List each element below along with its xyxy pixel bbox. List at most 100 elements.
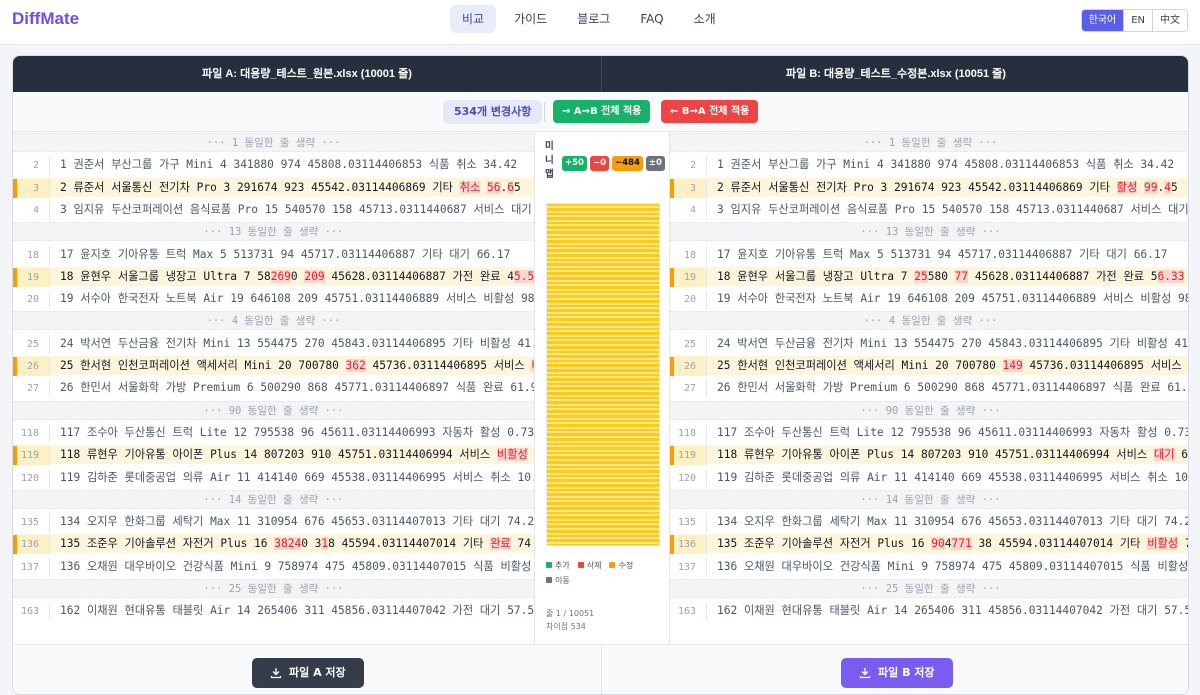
line-text: 26 한민서 서울화학 가방 Premium 6 500290 868 4577…: [717, 381, 1189, 395]
line-number: 19: [13, 267, 50, 287]
minimap-stripe: [547, 348, 659, 351]
collapsed-lines-row[interactable]: ··· 1 동일한 줄 생략 ···: [13, 133, 534, 152]
collapsed-lines-row[interactable]: ··· 1 동일한 줄 생략 ···: [670, 133, 1188, 152]
minimap-stripe: [547, 399, 659, 402]
minimap-stripe: [547, 325, 659, 328]
minimap-stripe: [547, 426, 659, 429]
minimap-stripe: [547, 436, 659, 438]
minimap-stripe: [547, 275, 659, 277]
line-text: 1 권준서 부산그룹 가구 Mini 4 341880 974 45808.03…: [60, 158, 518, 172]
language-switcher: 한국어 EN 中文: [1080, 9, 1188, 32]
save-file-a-button[interactable]: 파일 A 저장: [252, 658, 364, 688]
minimap-title: 미니맵: [545, 141, 554, 180]
context-line-row: 137 136 오채원 대우바이오 건강식품 Mini 9 758974 475 …: [670, 557, 1188, 577]
minimap-stripe: [547, 431, 659, 434]
line-text: 135 조준우 기아솔루션 자전거 Plus 16: [717, 537, 932, 551]
collapsed-lines-row[interactable]: ··· 4 동일한 줄 생략 ···: [13, 311, 534, 331]
nav-item-compare[interactable]: 비교: [450, 5, 497, 33]
collapsed-lines-row[interactable]: ··· 90 동일한 줄 생략 ···: [13, 400, 534, 420]
save-footer: 파일 A 저장 파일 B 저장: [13, 644, 1188, 694]
line-number: 27: [670, 379, 707, 399]
minimap-stripe: [547, 371, 659, 374]
line-text: 5: [1171, 180, 1178, 194]
collapsed-lines-row[interactable]: ··· 14 동일한 줄 생략 ···: [13, 489, 534, 509]
line-number: 120: [670, 468, 707, 488]
collapsed-lines-row[interactable]: ··· 14 동일한 줄 생략 ···: [670, 489, 1188, 509]
left-diff-pane[interactable]: ··· 1 동일한 줄 생략 ··· 2 1 권준서 부산그룹 가구 Mini 4 …: [13, 132, 534, 620]
modified-count-badge: ~484: [612, 156, 643, 171]
context-line-row: 163 162 이채원 현대유통 태블릿 Air 14 265406 311 45…: [13, 601, 534, 620]
line-position-text: 줄 1 / 10051: [546, 609, 595, 618]
context-line-row: 135 134 오지우 한화그룹 세탁기 Max 11 310954 676 45…: [13, 512, 534, 533]
minimap-stripe: [547, 403, 659, 406]
apply-all-b-to-a-button[interactable]: ← B→A 전체 적용: [661, 100, 759, 123]
minimap-stripe: [547, 311, 659, 314]
context-line-row: 120 119 김하준 롯데중공업 의류 Air 11 414140 669 45…: [670, 468, 1188, 488]
context-line-row: 4 3 임지유 두산코퍼레이션 음식료품 Pro 15 540570 158 45…: [670, 200, 1188, 220]
minimap-stripe: [547, 422, 659, 425]
collapsed-lines-row[interactable]: ··· 25 동일한 줄 생략 ···: [13, 579, 534, 598]
line-number: 20: [670, 290, 707, 310]
app-logo[interactable]: DiffMate: [12, 9, 79, 29]
context-line-row: 27 26 한민서 서울화학 가방 Premium 6 500290 868 45…: [13, 378, 534, 399]
save-file-a-label: 파일 A 저장: [289, 666, 346, 679]
line-text: 45736.03114406895 서비스: [365, 359, 532, 372]
apply-all-a-to-b-button[interactable]: → A→B 전체 적용: [553, 100, 651, 123]
context-line-row: 20 19 서수아 한국전자 노트북 Air 19 646108 209 4575…: [670, 289, 1188, 310]
minimap-stripe: [547, 477, 659, 480]
changed-text-highlight: 6: [507, 180, 514, 194]
collapsed-lines-row[interactable]: ··· 25 동일한 줄 생략 ···: [670, 579, 1188, 598]
line-text: 17 윤지호 기아유통 트럭 Max 5 513731 94 45717.031…: [717, 247, 1168, 261]
line-number: 163: [13, 602, 50, 620]
toolbar-divider: [544, 102, 545, 122]
modified-line-row: 19 18 윤현우 서울그룹 냉장고 Ultra 7 582690 209 456…: [13, 266, 534, 287]
line-text: 26 한민서 서울화학 가방 Premium 6 500290 868 4577…: [60, 381, 534, 395]
collapsed-lines-row[interactable]: ··· 13 동일한 줄 생략 ···: [670, 222, 1188, 242]
minimap-stripe: [547, 532, 659, 535]
moved-count-badge: ±0: [645, 156, 665, 171]
minimap-stripe: [547, 344, 659, 346]
changed-text-highlight: 3824: [274, 537, 302, 551]
minimap-stripe: [547, 495, 659, 498]
line-text: 118 류현우 기아유통 아이폰 Plus 14 807203 910 4575…: [60, 448, 497, 462]
modified-line-row: 136 135 조준우 기아솔루션 자전거 Plus 16 904771 38 4…: [670, 534, 1188, 555]
lang-english-button[interactable]: EN: [1123, 10, 1152, 31]
line-text: 2 류준서 서울통신 전기차 Pro 3 291674 923 45542.03…: [60, 180, 460, 194]
save-file-b-button[interactable]: 파일 B 저장: [841, 658, 953, 688]
collapsed-lines-row[interactable]: ··· 13 동일한 줄 생략 ···: [13, 222, 534, 242]
changed-text-highlight: 대: [1188, 359, 1189, 372]
minimap-stripe: [547, 523, 659, 526]
line-text: [1137, 181, 1144, 194]
line-text: 18 윤현우 서울그룹 냉장고 Ultra 7: [717, 269, 915, 283]
right-diff-pane[interactable]: ··· 1 동일한 줄 생략 ··· 2 1 권준서 부산그룹 가구 Mini 4 …: [670, 132, 1189, 620]
save-a-area: 파일 A 저장: [13, 645, 602, 694]
changed-text-highlight: 771: [951, 537, 972, 551]
file-b-title: 파일 B: 대용량_테스트_수정본.xlsx (10051 줄): [786, 68, 1006, 80]
line-number: 27: [13, 379, 50, 399]
minimap-overview[interactable]: [546, 203, 660, 546]
collapsed-lines-row[interactable]: ··· 90 동일한 줄 생략 ···: [670, 400, 1188, 420]
minimap-stripe: [547, 482, 659, 484]
line-text: 134 오지우 한화그룹 세탁기 Max 11 310954 676 45653…: [60, 515, 534, 529]
lang-korean-button[interactable]: 한국어: [1081, 10, 1124, 31]
file-header: 파일 A: 대용량_테스트_원본.xlsx (10001 줄) 파일 B: 대용…: [13, 56, 1188, 92]
collapsed-lines-row[interactable]: ··· 4 동일한 줄 생략 ···: [670, 311, 1188, 331]
line-text: 0 3: [301, 537, 322, 551]
legend-added: 추가: [546, 560, 570, 571]
line-text: [480, 181, 487, 194]
modified-line-row: 26 25 한서현 인천코퍼레이션 액세서리 Mini 20 700780 149…: [670, 356, 1189, 376]
changed-text-highlight: 6.33: [1157, 269, 1185, 283]
nav-item-guide[interactable]: 가이드: [502, 5, 559, 33]
minimap-stripe: [547, 472, 659, 475]
minimap-stripe: [547, 334, 659, 337]
nav-item-blog[interactable]: 블로그: [565, 5, 622, 33]
nav-item-about[interactable]: 소개: [682, 5, 728, 33]
nav-item-faq[interactable]: FAQ: [628, 5, 675, 33]
line-number: 120: [13, 468, 50, 488]
legend-moved: 이동: [546, 575, 570, 586]
minimap-stripe: [547, 219, 659, 222]
line-text: 24 박서연 두산금융 전기차 Mini 13 554475 270 45843…: [717, 336, 1189, 350]
lang-chinese-button[interactable]: 中文: [1152, 10, 1187, 31]
line-number: 18: [670, 245, 707, 265]
minimap-stripe: [547, 486, 659, 489]
